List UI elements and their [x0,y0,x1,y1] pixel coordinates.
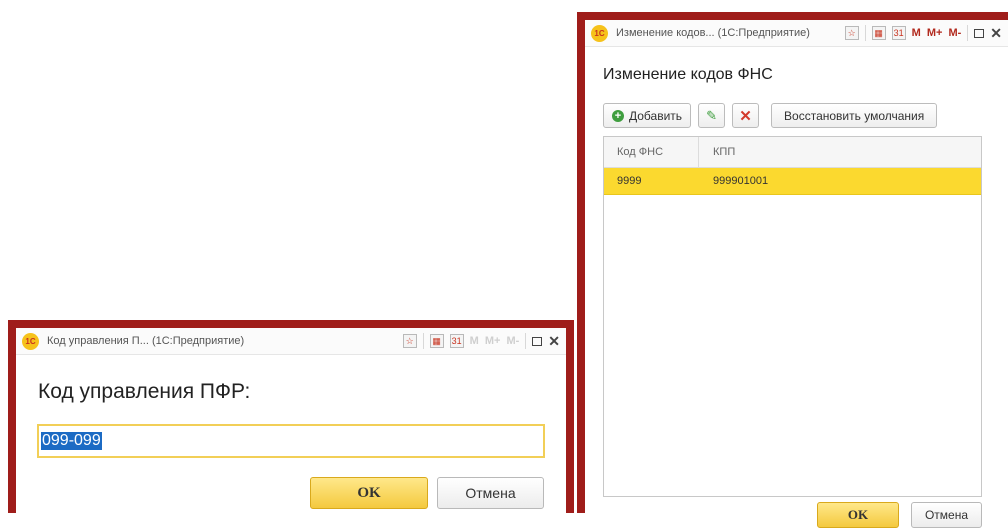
separator [967,25,969,41]
cell-fns-code: 9999 [617,175,642,187]
favorite-icon[interactable]: ☆ [402,334,417,348]
memory-m-button[interactable]: M [912,27,921,39]
fns-codes-table[interactable]: Код ФНС КПП 9999 999901001 [603,136,982,497]
separator [525,333,527,349]
add-button[interactable]: + Добавить [603,103,692,128]
pfr-dialog-body: 1С Код управления П... (1С:Предприятие) … [16,328,566,513]
window-title: Изменение кодов... (1С:Предприятие) [616,27,810,39]
window-title: Код управления П... (1С:Предприятие) [47,335,245,347]
memory-plus-button[interactable]: M+ [485,335,501,347]
pfr-code-input[interactable]: 099-099 [37,424,545,458]
pfr-code-dialog: 1С Код управления П... (1С:Предприятие) … [8,320,574,513]
fns-dialog-body: 1С Изменение кодов... (1С:Предприятие) ☆… [585,20,1008,528]
cancel-button[interactable]: Отмена [911,502,982,528]
table-row[interactable]: 9999 999901001 [604,168,981,195]
selected-text: 099-099 [41,432,102,450]
edit-button[interactable]: ✎ [698,103,726,128]
restore-defaults-button[interactable]: Восстановить умолчания [771,103,938,128]
column-header-kpp[interactable]: КПП [699,137,981,167]
pfr-titlebar: 1С Код управления П... (1С:Предприятие) … [16,328,566,355]
1c-logo-icon: 1С [22,332,39,350]
maximize-icon[interactable] [974,28,985,38]
calendar-icon[interactable]: 31 [449,334,464,348]
add-icon: + [612,109,624,122]
ok-button[interactable]: OK [310,477,428,509]
toolbar: + Добавить ✎ ✕ Восстановить умолчания [603,103,938,128]
fns-codes-dialog: 1С Изменение кодов... (1С:Предприятие) ☆… [577,12,1008,528]
delete-button[interactable]: ✕ [732,103,760,128]
add-button-label: Добавить [629,108,683,123]
memory-minus-button[interactable]: M- [506,335,519,347]
calculator-icon[interactable]: ▦ [871,26,886,40]
calculator-icon[interactable]: ▦ [429,334,444,348]
close-icon[interactable]: ✕ [990,25,1002,42]
close-icon[interactable]: ✕ [548,333,560,350]
dialog-heading: Код управления ПФР: [38,380,251,403]
delete-icon: ✕ [739,107,752,125]
edit-icon: ✎ [706,107,717,123]
1c-logo-icon: 1С [591,24,608,42]
memory-minus-button[interactable]: M- [948,27,961,39]
memory-m-button[interactable]: M [470,335,479,347]
cell-kpp: 999901001 [713,175,769,187]
calendar-icon[interactable]: 31 [891,26,906,40]
maximize-icon[interactable] [532,336,543,346]
fns-titlebar: 1С Изменение кодов... (1С:Предприятие) ☆… [585,20,1008,47]
ok-button[interactable]: OK [817,502,899,528]
favorite-icon[interactable]: ☆ [844,26,859,40]
column-header-fns-code[interactable]: Код ФНС [604,137,699,167]
cancel-button[interactable]: Отмена [437,477,544,509]
separator [422,333,424,349]
separator [864,25,866,41]
dialog-heading: Изменение кодов ФНС [603,66,773,83]
table-header: Код ФНС КПП [604,137,981,168]
memory-plus-button[interactable]: M+ [927,27,943,39]
